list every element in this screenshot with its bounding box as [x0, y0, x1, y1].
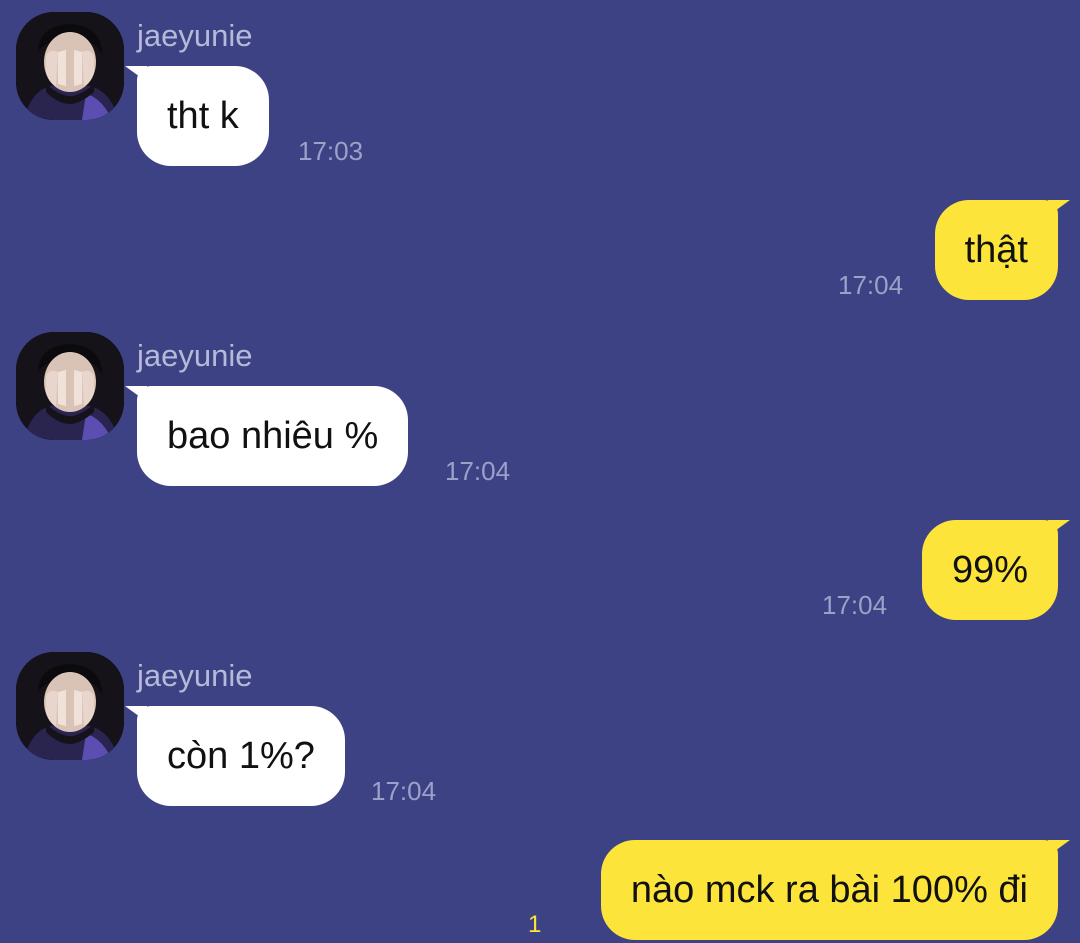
- sender-avatar[interactable]: [16, 12, 124, 120]
- bubble-tail: [1048, 200, 1070, 216]
- sender-avatar[interactable]: [16, 652, 124, 760]
- bubble-tail: [125, 66, 147, 82]
- unread-count: 1: [528, 911, 542, 938]
- message-text: bao nhiêu %: [167, 415, 379, 457]
- message-timestamp: 17:04: [445, 456, 511, 486]
- outgoing-message-bubble[interactable]: nào mck ra bài 100% đi: [600, 840, 1070, 940]
- sender-name: jaeyunie: [137, 658, 253, 693]
- outgoing-message-bubble[interactable]: 99%: [921, 520, 1070, 620]
- message-timestamp: 17:04: [822, 590, 888, 620]
- message-timestamp: 17:04: [371, 776, 437, 806]
- chat-thread: jaeyunie tht k 17:03 thật 17:04 jaeyunie…: [0, 0, 1080, 943]
- avatar-photo-icon: [16, 652, 124, 760]
- bubble-tail: [1048, 840, 1070, 856]
- avatar-photo-icon: [16, 332, 124, 440]
- sender-name: jaeyunie: [137, 18, 253, 53]
- sender-avatar[interactable]: [16, 332, 124, 440]
- message-text: tht k: [167, 95, 239, 137]
- message-text: 99%: [951, 549, 1028, 591]
- message-timestamp: 17:03: [298, 136, 364, 166]
- outgoing-message-bubble[interactable]: thật: [934, 200, 1070, 300]
- message-text: thật: [964, 229, 1028, 271]
- incoming-message-bubble[interactable]: tht k: [125, 66, 269, 166]
- message-text: còn 1%?: [167, 735, 315, 777]
- avatar-photo-icon: [16, 12, 124, 120]
- sender-name: jaeyunie: [137, 338, 253, 373]
- message-text: nào mck ra bài 100% đi: [630, 869, 1028, 911]
- incoming-message-bubble[interactable]: bao nhiêu %: [125, 386, 409, 486]
- bubble-tail: [1048, 520, 1070, 536]
- bubble-tail: [125, 706, 147, 722]
- message-timestamp: 17:04: [838, 270, 904, 300]
- incoming-message-bubble[interactable]: còn 1%?: [125, 706, 345, 806]
- bubble-tail: [125, 386, 147, 402]
